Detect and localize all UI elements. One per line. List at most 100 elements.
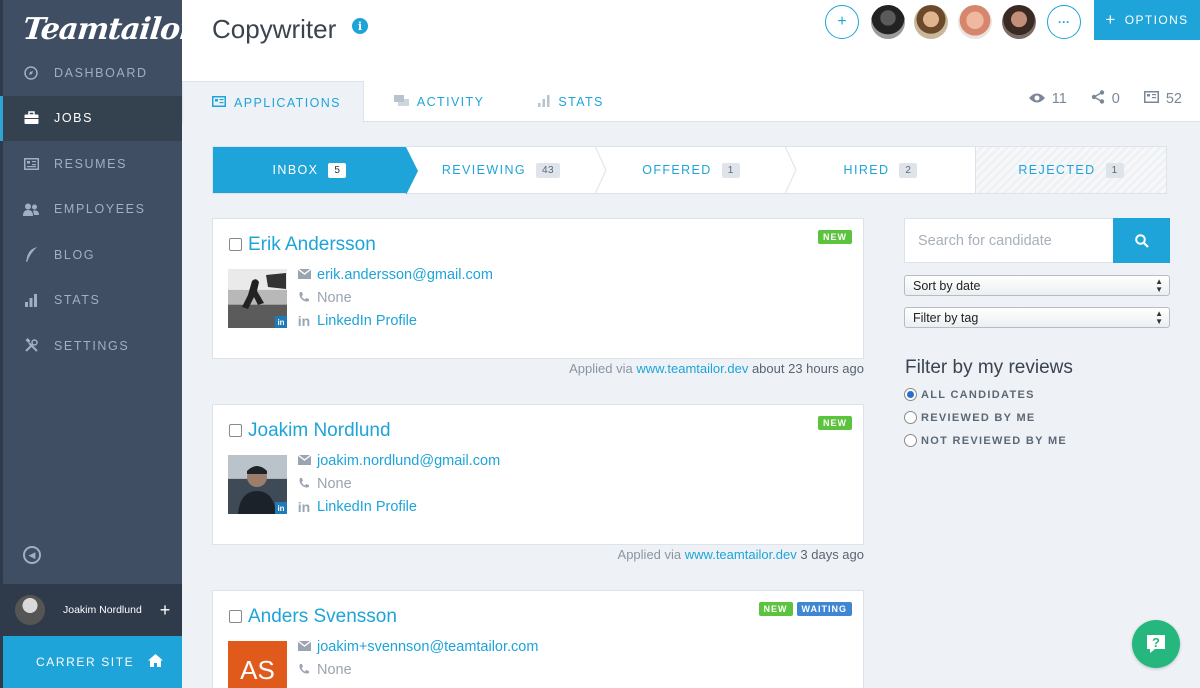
search-button[interactable]	[1113, 218, 1170, 263]
radio-button[interactable]	[904, 434, 917, 447]
avatar[interactable]	[871, 5, 905, 39]
candidate-phone-row: None	[297, 476, 352, 492]
applied-info: Applied via www.teamtailor.dev 3 days ag…	[618, 547, 864, 562]
phone-icon	[297, 477, 311, 492]
candidate-badges: NEW	[818, 230, 852, 244]
avatar	[15, 595, 45, 625]
sidebar-item-label: SETTINGS	[54, 338, 130, 353]
stage-inbox[interactable]: INBOX 5	[213, 147, 418, 195]
career-site-button[interactable]: CARRER SITE	[3, 636, 182, 688]
applied-site-link[interactable]: www.teamtailor.dev	[685, 547, 797, 562]
candidate-card[interactable]: Erik Andersson NEW in erik.andersson@gma…	[212, 218, 864, 359]
tag-filter-value: Filter by tag	[913, 310, 979, 325]
phone-icon	[297, 291, 311, 306]
applied-time: 3 days ago	[800, 547, 864, 562]
stage-rejected[interactable]: REJECTED 1	[975, 147, 1166, 193]
sidebar-item-blog[interactable]: BLOG	[3, 232, 182, 278]
compass-icon	[23, 65, 39, 81]
candidate-card[interactable]: Joakim Nordlund NEW in joakim.nordlund@g…	[212, 404, 864, 545]
teamtailor-logo[interactable]: Teamtailor	[21, 12, 196, 47]
candidate-email-row: joakim.nordlund@gmail.com	[297, 453, 500, 469]
tab-applications[interactable]: APPLICATIONS	[182, 81, 364, 123]
tab-label: ACTIVITY	[416, 95, 485, 109]
sidebar-item-dashboard[interactable]: DASHBOARD	[3, 50, 182, 96]
status-badge: NEW	[818, 230, 852, 244]
sidebar-item-employees[interactable]: EMPLOYEES	[3, 187, 182, 233]
sidebar-nav: DASHBOARD JOBS RESUMES EMPLOYEES BLOG ST…	[0, 50, 182, 369]
candidate-search	[904, 218, 1170, 263]
phone-icon	[297, 663, 311, 678]
linkedin-icon: in	[275, 316, 287, 328]
eye-icon	[1028, 91, 1045, 107]
info-icon[interactable]: i	[352, 18, 368, 34]
chevron-right-icon	[595, 146, 607, 194]
radio-button[interactable]	[904, 411, 917, 424]
radio-not-reviewed-by-me[interactable]: NOT REVIEWED BY ME	[904, 434, 1067, 447]
sidebar-item-settings[interactable]: SETTINGS	[3, 323, 182, 369]
linkedin-icon: in	[297, 313, 311, 329]
candidate-phone: None	[317, 476, 352, 492]
candidate-name[interactable]: Joakim Nordlund	[248, 420, 391, 442]
stage-count: 1	[721, 162, 740, 178]
plus-icon[interactable]: +	[160, 600, 171, 621]
candidate-checkbox[interactable]	[229, 424, 242, 437]
candidate-name[interactable]: Erik Andersson	[248, 234, 376, 256]
candidate-photo: in	[228, 269, 287, 328]
bar-chart-icon	[23, 292, 39, 308]
tab-activity[interactable]: ACTIVITY	[364, 81, 508, 123]
applied-prefix: Applied via	[569, 361, 633, 376]
applied-info: Applied via www.teamtailor.dev about 23 …	[569, 361, 864, 376]
avatar[interactable]	[958, 5, 992, 39]
tab-stats[interactable]: STATS	[508, 81, 627, 123]
stage-offered[interactable]: OFFERED 1	[596, 146, 797, 194]
sidebar: Teamtailor DASHBOARD JOBS RESUMES EMPLOY…	[0, 0, 196, 688]
sidebar-item-jobs[interactable]: JOBS	[0, 95, 182, 141]
tag-filter-select[interactable]: Filter by tag ▲ ▼	[904, 307, 1170, 328]
sidebar-item-stats[interactable]: STATS	[3, 278, 182, 324]
more-members-button[interactable]: ···	[1047, 5, 1081, 39]
candidate-checkbox[interactable]	[229, 238, 242, 251]
envelope-icon	[297, 640, 311, 654]
linkedin-profile-link[interactable]: LinkedIn Profile	[317, 499, 417, 515]
candidate-email-link[interactable]: joakim+svennson@teamtailor.com	[317, 639, 538, 655]
candidate-card[interactable]: Anders Svensson NEW WAITING AS joakim+sv…	[212, 590, 864, 688]
sort-select[interactable]: Sort by date ▲ ▼	[904, 275, 1170, 296]
help-button[interactable]: ?	[1132, 620, 1180, 668]
select-arrows-icon: ▲ ▼	[1155, 277, 1163, 294]
linkedin-profile-link[interactable]: LinkedIn Profile	[317, 313, 417, 329]
candidate-email-link[interactable]: erik.andersson@gmail.com	[317, 267, 493, 283]
candidate-checkbox[interactable]	[229, 610, 242, 623]
radio-all-candidates[interactable]: ALL CANDIDATES	[904, 388, 1035, 401]
stage-count: 2	[899, 162, 918, 178]
radio-reviewed-by-me[interactable]: REVIEWED BY ME	[904, 411, 1036, 424]
id-card-icon	[212, 95, 226, 110]
radio-button[interactable]	[904, 388, 917, 401]
avatar[interactable]	[1002, 5, 1036, 39]
pipeline-stages: INBOX 5 REVIEWING 43 OFFERED 1 HIRED 2 R…	[212, 146, 1167, 195]
stage-label: HIRED	[843, 163, 890, 177]
add-member-button[interactable]: +	[825, 5, 859, 39]
sidebar-item-label: RESUMES	[54, 156, 128, 171]
candidate-name[interactable]: Anders Svensson	[248, 606, 397, 628]
search-input[interactable]	[904, 218, 1113, 263]
collapse-sidebar-icon[interactable]: ◀	[23, 546, 41, 564]
radio-label: ALL CANDIDATES	[921, 388, 1035, 401]
avatar[interactable]	[914, 5, 948, 39]
tab-label: STATS	[558, 95, 604, 109]
help-label: ?	[1152, 635, 1160, 650]
share-icon	[1091, 90, 1105, 108]
stage-label: REJECTED	[1018, 163, 1096, 177]
views-count: 11	[1051, 91, 1067, 107]
tab-label: APPLICATIONS	[234, 95, 341, 110]
stage-reviewing[interactable]: REVIEWING 43	[406, 146, 607, 194]
user-bar[interactable]: Joakim Nordlund +	[3, 584, 182, 636]
candidate-linkedin-row: in LinkedIn Profile	[297, 499, 417, 515]
applied-site-link[interactable]: www.teamtailor.dev	[636, 361, 748, 376]
user-name: Joakim Nordlund	[63, 604, 142, 616]
chat-icon	[393, 94, 409, 110]
job-tabs: APPLICATIONS ACTIVITY STATS	[182, 81, 628, 123]
candidate-email-link[interactable]: joakim.nordlund@gmail.com	[317, 453, 500, 469]
stage-hired[interactable]: HIRED 2	[786, 147, 975, 193]
sidebar-item-resumes[interactable]: RESUMES	[3, 141, 182, 187]
options-button[interactable]: + OPTIONS	[1094, 0, 1200, 40]
